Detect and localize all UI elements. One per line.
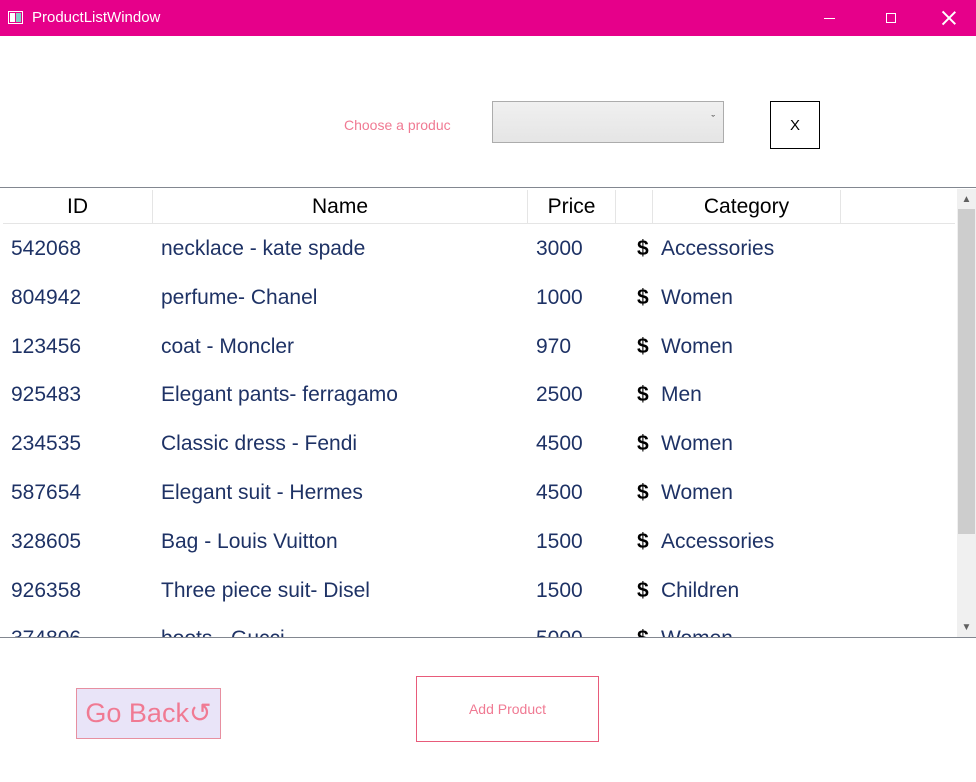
grid-rows: 542068 necklace - kate spade 3000 $ Accessor… [3, 224, 955, 637]
cell-category: Accessories [661, 237, 775, 260]
cell-category: Children [661, 578, 740, 602]
cell-currency: $ [637, 237, 649, 260]
cell-name: Elegant suit - Hermes [161, 481, 363, 504]
cell-name: Elegant pants- ferragamo [161, 383, 398, 407]
scroll-thumb[interactable] [958, 209, 975, 534]
close-button[interactable] [920, 0, 976, 36]
add-product-button[interactable]: Add Product [416, 676, 599, 742]
chevron-down-icon: ˇ [711, 114, 715, 126]
grid-header: ID Name Price Category [3, 190, 955, 224]
cell-category: Men [661, 383, 702, 407]
app-icon [8, 11, 23, 24]
table-row[interactable]: 804942 perfume- Chanel 1000 $ Women [3, 273, 955, 322]
maximize-button[interactable] [862, 0, 920, 36]
cell-name: Bag - Louis Vuitton [161, 529, 338, 553]
cell-price: 1500 [536, 578, 583, 602]
table-row[interactable]: 234535 Classic dress - Fendi 4500 $ Women [3, 419, 955, 468]
cell-id: 123456 [11, 334, 82, 358]
cell-id: 804942 [11, 285, 82, 309]
cell-price: 1000 [536, 285, 583, 309]
cell-name: Three piece suit- Disel [161, 578, 370, 602]
cell-id: 587654 [11, 481, 82, 504]
cell-category: Women [661, 432, 733, 456]
table-row[interactable]: 328605 Bag - Louis Vuitton 1500 $ Accessorie… [3, 517, 955, 566]
choose-product-label: Choose a produc [344, 117, 451, 133]
cell-name: coat - Moncler [161, 334, 295, 358]
window-title: ProductListWindow [32, 9, 161, 26]
cell-price: 4500 [536, 481, 583, 504]
cell-category: Accessories [661, 529, 775, 553]
cell-currency: $ [637, 432, 649, 456]
cell-currency: $ [637, 614, 649, 637]
product-combobox[interactable]: ˇ [492, 101, 724, 143]
column-header-category[interactable]: Category [653, 190, 841, 223]
table-row[interactable]: 123456 coat - Moncler 970 $ Women [3, 322, 955, 371]
cell-id: 374806 [11, 614, 81, 637]
cell-price: 2500 [536, 383, 583, 407]
cell-id: 925483 [11, 383, 82, 407]
table-row[interactable]: 374806 boots - Gucci 5000 $ Women [3, 614, 955, 637]
column-header-currency[interactable] [616, 190, 653, 223]
scroll-up-icon[interactable]: ▲ [957, 189, 976, 209]
cell-currency: $ [637, 334, 649, 358]
cell-currency: $ [637, 578, 649, 602]
cell-currency: $ [637, 481, 649, 504]
cell-price: 1500 [536, 529, 583, 553]
cell-name: perfume- Chanel [161, 285, 318, 309]
close-icon [942, 11, 956, 25]
product-grid[interactable]: ID Name Price Category 542068 necklace - … [0, 187, 976, 638]
cell-category: Women [661, 285, 733, 309]
cell-name: boots - Gucci [161, 614, 285, 637]
cell-category: Women [661, 481, 733, 504]
go-back-button[interactable]: Go Back↺ [76, 688, 221, 739]
cell-id: 328605 [11, 529, 82, 553]
cell-id: 234535 [11, 432, 82, 456]
table-row[interactable]: 925483 Elegant pants- ferragamo 2500 $ Men [3, 370, 955, 419]
scroll-down-icon[interactable]: ▼ [957, 617, 976, 637]
column-header-id[interactable]: ID [3, 190, 153, 223]
column-header-name[interactable]: Name [153, 190, 528, 223]
cell-id: 542068 [11, 237, 82, 260]
cell-category: Women [661, 334, 733, 358]
cell-price: 3000 [536, 237, 583, 260]
cell-price: 970 [536, 334, 572, 358]
cell-currency: $ [637, 529, 649, 553]
cell-price: 5000 [536, 614, 583, 637]
cell-category: Women [661, 614, 733, 637]
clear-filter-button[interactable]: X [770, 101, 820, 149]
cell-currency: $ [637, 285, 649, 309]
table-row[interactable]: 587654 Elegant suit - Hermes 4500 $ Women [3, 468, 955, 517]
maximize-icon [886, 13, 896, 23]
cell-currency: $ [637, 383, 649, 407]
cell-price: 4500 [536, 432, 583, 456]
table-row[interactable]: 926358 Three piece suit- Disel 1500 $ Childr… [3, 566, 955, 615]
cell-name: necklace - kate spade [161, 237, 366, 260]
title-bar: ProductListWindow [0, 0, 976, 36]
table-row[interactable]: 542068 necklace - kate spade 3000 $ Accessor… [3, 224, 955, 273]
cell-name: Classic dress - Fendi [161, 432, 358, 456]
minimize-button[interactable] [800, 0, 858, 36]
vertical-scrollbar[interactable]: ▲ ▼ [957, 189, 976, 637]
minimize-icon [823, 17, 835, 19]
column-header-price[interactable]: Price [528, 190, 616, 223]
cell-id: 926358 [11, 578, 82, 602]
